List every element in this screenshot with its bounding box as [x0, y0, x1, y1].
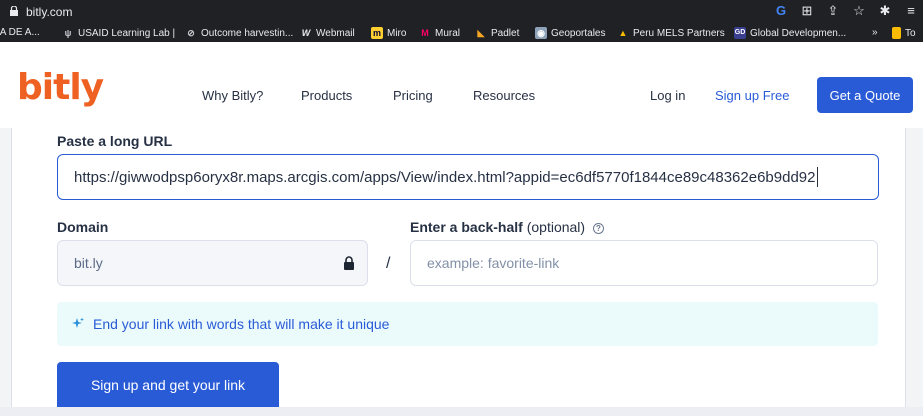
- backhalf-label-group: Enter a back-half (optional) ?: [410, 219, 604, 235]
- get-a-quote-button[interactable]: Get a Quote: [817, 77, 913, 113]
- padlet-icon: ◣: [477, 28, 485, 38]
- nav-pricing[interactable]: Pricing: [393, 88, 433, 103]
- bookmark-padlet[interactable]: ◣ Padlet: [475, 27, 520, 39]
- bookmark-ia-de-a[interactable]: IA DE A...: [0, 27, 40, 38]
- nav-products[interactable]: Products: [301, 88, 352, 103]
- site-header: bitly Why Bitly? Products Pricing Resour…: [0, 42, 923, 128]
- backhalf-placeholder: example: favorite-link: [427, 255, 560, 271]
- bookmark-peru-mels[interactable]: ▲ Peru MELS Partners: [617, 27, 725, 39]
- bookmark-label: Mural: [435, 27, 461, 39]
- usaid-icon: ψ: [64, 28, 72, 38]
- bookmark-mural[interactable]: M Mural: [419, 27, 460, 39]
- long-url-input[interactable]: https://giwwodpsp6oryx8r.maps.arcgis.com…: [57, 154, 879, 200]
- star-icon[interactable]: ☆: [851, 3, 867, 19]
- bookmark-label: Peru MELS Partners: [633, 27, 725, 39]
- bookmark-label: To: [905, 27, 916, 39]
- bookmark-geoportales[interactable]: ◉ Geoportales: [535, 27, 605, 39]
- help-icon[interactable]: ?: [592, 223, 604, 234]
- address-url[interactable]: bitly.com: [26, 5, 72, 19]
- bookmark-usaid[interactable]: ψ USAID Learning Lab |: [62, 27, 176, 39]
- bookmark-label: Global Developmen...: [750, 27, 847, 39]
- more-label: »: [872, 27, 878, 38]
- login-link[interactable]: Log in: [650, 88, 685, 103]
- bookmark-global-dev[interactable]: GD Global Developmen...: [734, 27, 846, 39]
- bookmark-label: Outcome harvestin...: [201, 27, 294, 39]
- tip-text: End your link with words that will make …: [93, 316, 390, 332]
- signup-free-link[interactable]: Sign up Free: [715, 88, 789, 103]
- domain-label: Domain: [57, 219, 109, 235]
- geoportales-icon: ◉: [535, 27, 547, 39]
- share-icon[interactable]: ⇪: [825, 3, 841, 19]
- bookmark-folder-to[interactable]: To: [892, 27, 916, 39]
- page-bottom-strip: [0, 407, 923, 416]
- bookmarks-overflow[interactable]: »: [872, 27, 878, 38]
- bookmark-label: IA DE A...: [0, 27, 40, 38]
- domain-value: bit.ly: [74, 255, 103, 271]
- sparkle-icon: [72, 317, 84, 328]
- bookmarks-bar: IA DE A... ψ USAID Learning Lab | ⊘ Outc…: [0, 24, 923, 42]
- tip-banner: End your link with words that will make …: [57, 302, 878, 346]
- long-url-value: https://giwwodpsp6oryx8r.maps.arcgis.com…: [74, 168, 816, 186]
- long-url-label: Paste a long URL: [57, 133, 173, 149]
- mural-icon: M: [421, 28, 429, 38]
- bookmark-outcome[interactable]: ⊘ Outcome harvestin...: [185, 27, 293, 39]
- browser-address-bar: bitly.com G ⊞ ⇪ ☆ ✱ ≡: [0, 0, 923, 24]
- bookmark-webmail[interactable]: W Webmail: [300, 27, 355, 39]
- nav-why-bitly[interactable]: Why Bitly?: [202, 88, 263, 103]
- global-dev-icon: GD: [734, 27, 746, 39]
- backhalf-input[interactable]: example: favorite-link: [410, 240, 878, 286]
- nav-resources[interactable]: Resources: [473, 88, 535, 103]
- signup-get-link-button[interactable]: Sign up and get your link: [57, 362, 279, 408]
- bookmark-label: Webmail: [316, 27, 355, 39]
- webmail-icon: W: [301, 28, 311, 38]
- bookmark-label: Geoportales: [551, 27, 606, 39]
- menu-icon[interactable]: ≡: [903, 3, 919, 19]
- lock-icon: [10, 6, 18, 16]
- text-caret: [817, 167, 819, 187]
- lock-icon: [344, 256, 354, 270]
- outcome-icon: ⊘: [187, 28, 195, 38]
- drive-icon: ▲: [618, 28, 628, 38]
- bitly-logo[interactable]: bitly: [17, 70, 104, 106]
- google-icon[interactable]: G: [773, 3, 789, 19]
- backhalf-label: Enter a back-half: [410, 219, 523, 235]
- bookmark-label: Padlet: [491, 27, 520, 39]
- folder-icon: [892, 27, 901, 39]
- miro-icon: m: [371, 27, 383, 39]
- extensions-icon[interactable]: ✱: [877, 3, 893, 19]
- bookmark-miro[interactable]: m Miro: [371, 27, 406, 39]
- shorten-form-card: Paste a long URL https://giwwodpsp6oryx8…: [11, 128, 906, 416]
- bookmark-label: Miro: [387, 27, 407, 39]
- domain-select: bit.ly: [57, 240, 368, 286]
- backhalf-optional: (optional): [526, 219, 586, 235]
- bookmark-label: USAID Learning Lab |: [78, 27, 176, 39]
- translate-icon[interactable]: ⊞: [799, 3, 815, 19]
- separator-slash: /: [386, 255, 391, 272]
